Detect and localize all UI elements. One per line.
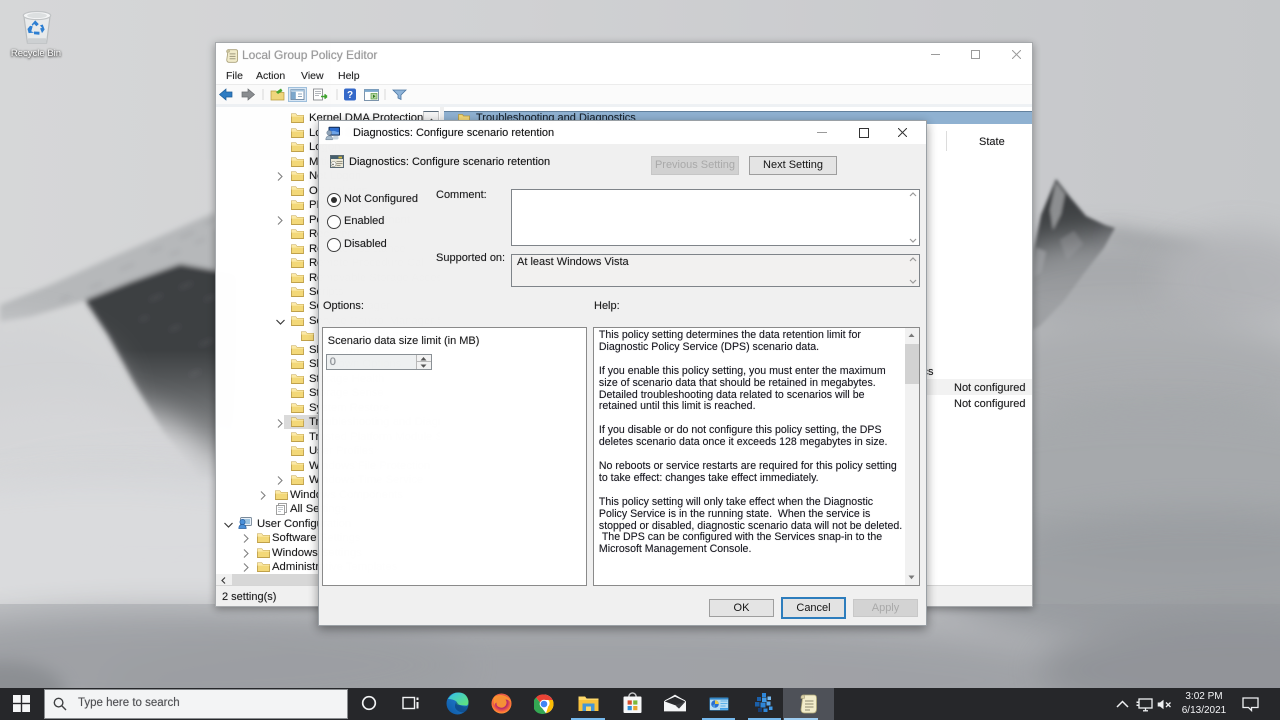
svg-text:?: ? xyxy=(347,90,353,101)
